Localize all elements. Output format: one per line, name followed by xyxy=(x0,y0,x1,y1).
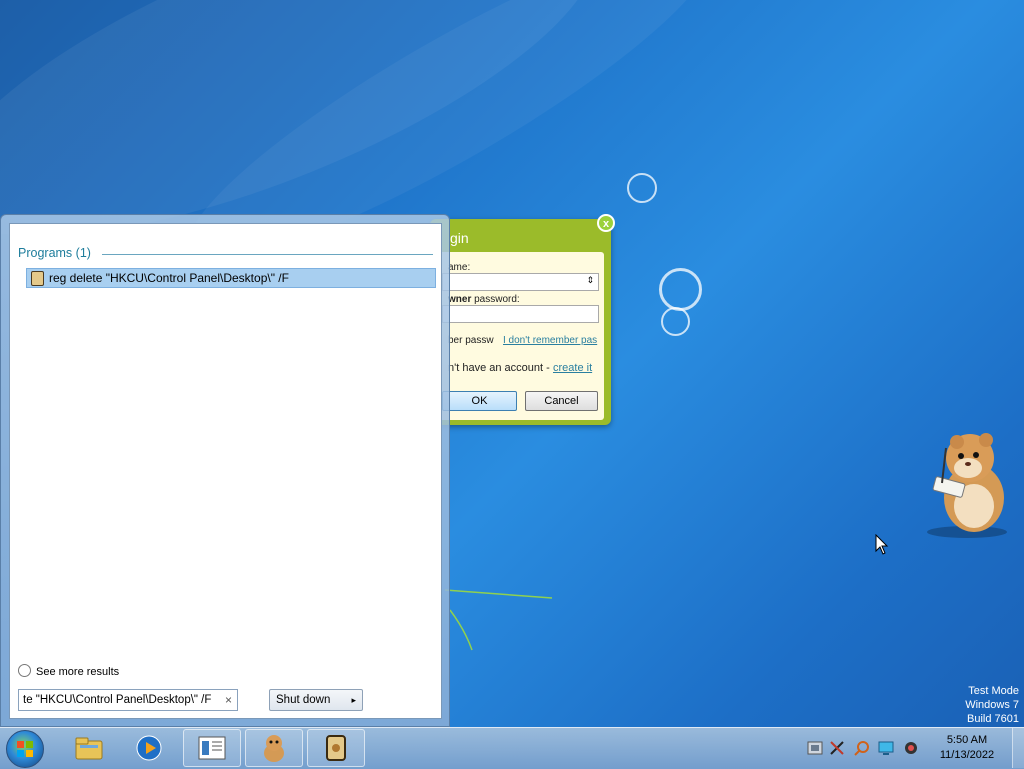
login-title: gin xyxy=(450,230,469,246)
program-result-item[interactable]: reg delete "HKCU\Control Panel\Desktop\"… xyxy=(26,268,436,288)
windows-logo-icon xyxy=(17,741,33,757)
ok-button[interactable]: OK xyxy=(442,391,517,411)
search-icon[interactable] xyxy=(854,740,870,756)
taskbar-explorer-button[interactable] xyxy=(60,729,118,767)
mouse-cursor-icon xyxy=(875,534,889,555)
clock-date: 11/13/2022 xyxy=(939,749,995,761)
search-results-panel: Programs (1) reg delete "HKCU\Control Pa… xyxy=(9,223,442,719)
program-result-label: reg delete "HKCU\Control Panel\Desktop\"… xyxy=(49,271,289,285)
programs-section-title: Programs (1) xyxy=(18,246,91,260)
notepad-window-icon xyxy=(198,736,226,760)
monitor-icon[interactable] xyxy=(878,740,894,756)
taskbar-window-button[interactable] xyxy=(183,729,241,767)
forgot-password-link[interactable]: I don't remember pas xyxy=(503,335,597,346)
shutdown-button[interactable]: Shut down ▸ xyxy=(269,689,363,711)
windows-explorer-icon xyxy=(75,737,103,760)
password-label: wner password: xyxy=(448,294,520,305)
clear-icon[interactable]: × xyxy=(225,690,232,710)
script-app-icon xyxy=(326,735,346,761)
hamster-pet[interactable] xyxy=(912,428,1012,540)
shutdown-label: Shut down xyxy=(276,694,331,706)
bubble-decoration xyxy=(659,268,702,311)
username-label: ame: xyxy=(448,262,471,273)
password-field[interactable] xyxy=(442,305,599,323)
start-menu: Programs (1) reg delete "HKCU\Control Pa… xyxy=(0,214,450,727)
remember-password-label[interactable]: ber passw xyxy=(448,335,494,346)
see-more-label: See more results xyxy=(36,666,120,678)
test-mode-watermark: Test Mode Windows 7 Build 7601 xyxy=(965,684,1019,726)
shutdown-options-arrow-icon[interactable]: ▸ xyxy=(351,690,356,710)
webcam-icon[interactable] xyxy=(903,740,919,756)
bubble-decoration xyxy=(627,173,657,203)
show-desktop-button[interactable] xyxy=(1012,728,1024,768)
see-more-results-link[interactable]: See more results xyxy=(18,664,119,678)
watermark-line: Build 7601 xyxy=(967,713,1019,725)
watermark-line: Test Mode xyxy=(968,685,1019,697)
search-icon xyxy=(18,664,31,677)
network-icon[interactable] xyxy=(807,740,823,756)
start-search-input[interactable]: te "HKCU\Control Panel\Desktop\" /F × xyxy=(18,689,238,711)
clock-time: 5:50 AM xyxy=(946,734,988,746)
login-dialog[interactable]: gin x ame: ⇕ wner password: ber passw I … xyxy=(430,214,615,425)
media-player-icon xyxy=(136,735,162,761)
wallpaper-leaf xyxy=(444,589,553,651)
system-clock[interactable]: 5:50 AM 11/13/2022 xyxy=(932,733,1002,763)
taskbar-hamster-button[interactable] xyxy=(245,729,303,767)
taskbar xyxy=(0,727,1024,769)
search-query-text: te "HKCU\Control Panel\Desktop\" /F xyxy=(23,694,212,706)
start-button[interactable] xyxy=(6,730,44,768)
taskbar-script-button[interactable] xyxy=(307,729,365,767)
login-form: ame: ⇕ wner password: ber passw I don't … xyxy=(436,252,604,420)
taskbar-media-player-button[interactable] xyxy=(120,729,178,767)
tools-icon[interactable] xyxy=(829,740,845,756)
script-icon xyxy=(31,271,44,286)
create-account-link[interactable]: create it xyxy=(553,362,592,374)
dropdown-arrow-icon[interactable]: ⇕ xyxy=(586,275,594,286)
hamster-app-icon xyxy=(264,735,284,762)
username-field[interactable]: ⇕ xyxy=(442,273,599,291)
bubble-decoration xyxy=(661,307,690,336)
close-icon[interactable]: x xyxy=(597,214,615,232)
cancel-button[interactable]: Cancel xyxy=(525,391,598,411)
watermark-line: Windows 7 xyxy=(965,699,1019,711)
account-text: n't have an account - xyxy=(448,362,550,374)
section-divider xyxy=(102,254,433,255)
